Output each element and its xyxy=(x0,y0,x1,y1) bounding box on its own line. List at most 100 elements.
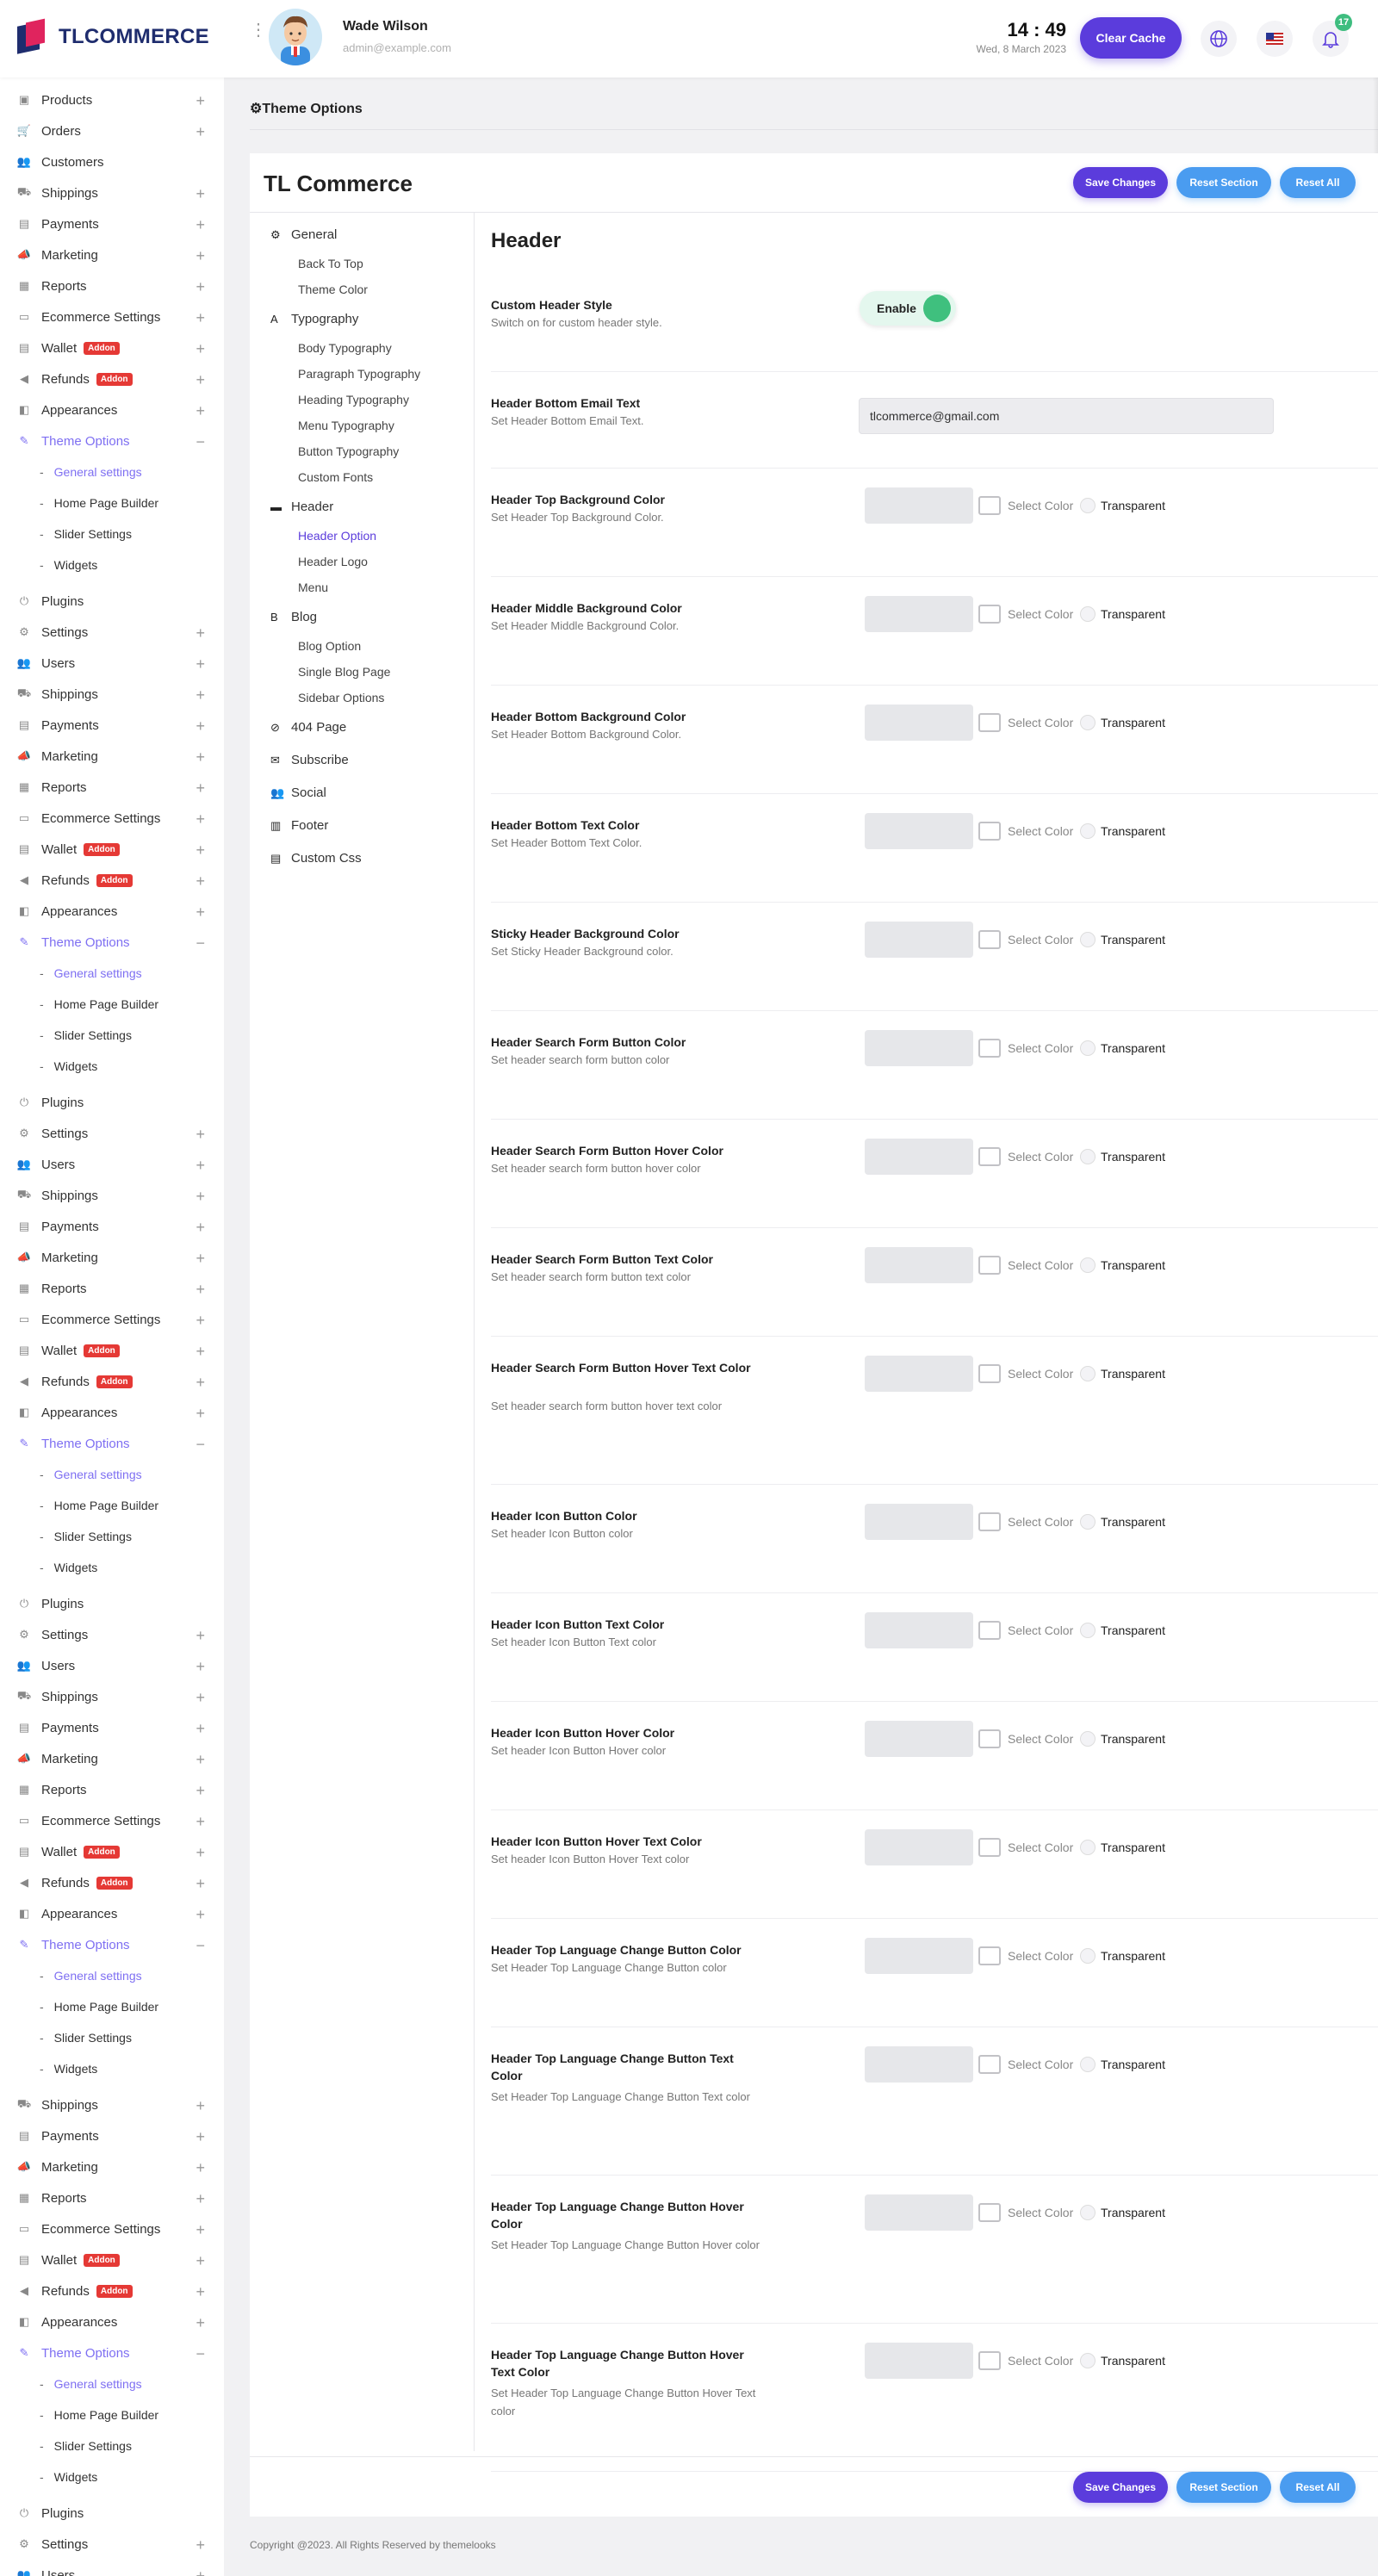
expand-icon[interactable]: + xyxy=(196,1658,205,1676)
transparent-label[interactable]: Transparent xyxy=(1101,1150,1165,1164)
expand-icon[interactable]: + xyxy=(196,371,205,389)
color-swatch[interactable] xyxy=(865,705,973,741)
sidebar-item-settings[interactable]: ⚙ Settings + xyxy=(0,1619,224,1650)
expand-icon[interactable]: + xyxy=(196,216,205,234)
collapse-icon[interactable]: − xyxy=(196,934,205,953)
save-changes-button[interactable]: Save Changes xyxy=(1073,167,1168,198)
color-swatch[interactable] xyxy=(865,813,973,849)
sidebar-item-refunds[interactable]: ◀ Refunds Addon + xyxy=(0,1867,224,1898)
transparent-checkbox[interactable] xyxy=(1080,606,1096,622)
transparent-checkbox[interactable] xyxy=(1080,498,1096,513)
sidebar-item-appearances[interactable]: ◧ Appearances + xyxy=(0,1898,224,1929)
expand-icon[interactable]: + xyxy=(196,2128,205,2146)
color-swatch[interactable] xyxy=(865,1247,973,1283)
sidebar-subitem-general-settings[interactable]: - General settings xyxy=(0,2368,224,2399)
transparent-label[interactable]: Transparent xyxy=(1101,716,1165,729)
transparent-checkbox[interactable] xyxy=(1080,2057,1096,2072)
transparent-label[interactable]: Transparent xyxy=(1101,1732,1165,1746)
options-subitem-body-typography[interactable]: Body Typography xyxy=(298,341,392,355)
select-color-label[interactable]: Select Color xyxy=(1008,1041,1073,1055)
sidebar-item-shippings[interactable]: ⛟ Shippings + xyxy=(0,177,224,208)
sidebar-item-shippings[interactable]: ⛟ Shippings + xyxy=(0,2089,224,2120)
transparent-checkbox[interactable] xyxy=(1080,1623,1096,1638)
options-subitem-heading-typography[interactable]: Heading Typography xyxy=(298,393,409,407)
select-color-checkbox[interactable] xyxy=(978,1039,1001,1058)
select-color-checkbox[interactable] xyxy=(978,713,1001,732)
color-swatch[interactable] xyxy=(865,2343,973,2379)
expand-icon[interactable]: + xyxy=(196,1813,205,1831)
options-section-404-page[interactable]: ⊘ 404 Page xyxy=(270,720,346,735)
options-section-social[interactable]: 👥 Social xyxy=(270,785,326,800)
color-swatch[interactable] xyxy=(865,1139,973,1175)
expand-icon[interactable]: + xyxy=(196,2252,205,2270)
sidebar-item-settings[interactable]: ⚙ Settings + xyxy=(0,2529,224,2560)
sidebar-subitem-widgets[interactable]: - Widgets xyxy=(0,549,224,580)
options-subitem-header-logo[interactable]: Header Logo xyxy=(298,555,368,568)
sidebar-subitem-widgets[interactable]: - Widgets xyxy=(0,1552,224,1583)
sidebar-item-wallet[interactable]: ▤ Wallet Addon + xyxy=(0,1836,224,1867)
expand-icon[interactable]: + xyxy=(196,1157,205,1175)
sidebar-item-plugins[interactable]: ⏻ Plugins xyxy=(0,1588,224,1619)
expand-icon[interactable]: + xyxy=(196,624,205,642)
expand-icon[interactable]: + xyxy=(196,841,205,860)
avatar[interactable] xyxy=(269,9,322,65)
transparent-checkbox[interactable] xyxy=(1080,932,1096,947)
expand-icon[interactable]: + xyxy=(196,309,205,327)
sidebar-subitem-slider-settings[interactable]: - Slider Settings xyxy=(0,1020,224,1051)
reset-section-button-bottom[interactable]: Reset Section xyxy=(1176,2472,1271,2503)
options-subitem-paragraph-typography[interactable]: Paragraph Typography xyxy=(298,367,420,381)
options-section-blog[interactable]: B Blog xyxy=(270,610,317,624)
transparent-label[interactable]: Transparent xyxy=(1101,824,1165,838)
options-subitem-button-typography[interactable]: Button Typography xyxy=(298,444,399,458)
options-subitem-blog-option[interactable]: Blog Option xyxy=(298,639,361,653)
options-subitem-custom-fonts[interactable]: Custom Fonts xyxy=(298,470,373,484)
sidebar-item-marketing[interactable]: 📣 Marketing + xyxy=(0,239,224,270)
sidebar-item-theme-options[interactable]: ✎ Theme Options − xyxy=(0,1929,224,1960)
select-color-checkbox[interactable] xyxy=(978,2055,1001,2074)
sidebar-item-appearances[interactable]: ◧ Appearances + xyxy=(0,2306,224,2337)
expand-icon[interactable]: + xyxy=(196,1343,205,1361)
globe-icon[interactable] xyxy=(1201,21,1237,57)
transparent-checkbox[interactable] xyxy=(1080,1514,1096,1530)
sidebar-subitem-slider-settings[interactable]: - Slider Settings xyxy=(0,2430,224,2461)
sidebar-item-payments[interactable]: ▤ Payments + xyxy=(0,710,224,741)
select-color-checkbox[interactable] xyxy=(978,822,1001,841)
transparent-checkbox[interactable] xyxy=(1080,715,1096,730)
expand-icon[interactable]: + xyxy=(196,247,205,265)
collapse-icon[interactable]: − xyxy=(196,1436,205,1454)
expand-icon[interactable]: + xyxy=(196,1281,205,1299)
select-color-label[interactable]: Select Color xyxy=(1008,2058,1073,2071)
sidebar-item-wallet[interactable]: ▤ Wallet Addon + xyxy=(0,834,224,865)
sidebar-subitem-slider-settings[interactable]: - Slider Settings xyxy=(0,518,224,549)
sidebar-subitem-home-page-builder[interactable]: - Home Page Builder xyxy=(0,1991,224,2022)
expand-icon[interactable]: + xyxy=(196,2097,205,2115)
sidebar-item-refunds[interactable]: ◀ Refunds Addon + xyxy=(0,363,224,394)
sidebar-item-products[interactable]: ▣ Products + xyxy=(0,84,224,115)
select-color-label[interactable]: Select Color xyxy=(1008,607,1073,621)
sidebar-item-marketing[interactable]: 📣 Marketing + xyxy=(0,1242,224,1273)
options-subitem-header-option[interactable]: Header Option xyxy=(298,529,376,543)
sidebar-subitem-general-settings[interactable]: - General settings xyxy=(0,1459,224,1490)
color-swatch[interactable] xyxy=(865,922,973,958)
transparent-checkbox[interactable] xyxy=(1080,1366,1096,1381)
expand-icon[interactable]: + xyxy=(196,717,205,736)
sidebar-subitem-widgets[interactable]: - Widgets xyxy=(0,1051,224,1082)
sidebar-subitem-widgets[interactable]: - Widgets xyxy=(0,2053,224,2084)
expand-icon[interactable]: + xyxy=(196,686,205,705)
options-subitem-menu[interactable]: Menu xyxy=(298,580,328,594)
expand-icon[interactable]: + xyxy=(196,872,205,891)
sidebar-item-plugins[interactable]: ⏻ Plugins xyxy=(0,1087,224,1118)
expand-icon[interactable]: + xyxy=(196,810,205,829)
expand-icon[interactable]: + xyxy=(196,1219,205,1237)
sidebar-item-reports[interactable]: ▦ Reports + xyxy=(0,1774,224,1805)
sidebar-item-users[interactable]: 👥 Users + xyxy=(0,648,224,679)
transparent-checkbox[interactable] xyxy=(1080,1840,1096,1855)
select-color-checkbox[interactable] xyxy=(978,1256,1001,1275)
transparent-checkbox[interactable] xyxy=(1080,1948,1096,1964)
color-swatch[interactable] xyxy=(865,1721,973,1757)
sidebar-item-marketing[interactable]: 📣 Marketing + xyxy=(0,741,224,772)
us-flag-icon[interactable] xyxy=(1257,21,1293,57)
select-color-label[interactable]: Select Color xyxy=(1008,1150,1073,1164)
collapse-icon[interactable]: − xyxy=(196,1937,205,1955)
options-section-header[interactable]: ▬ Header xyxy=(270,500,333,514)
